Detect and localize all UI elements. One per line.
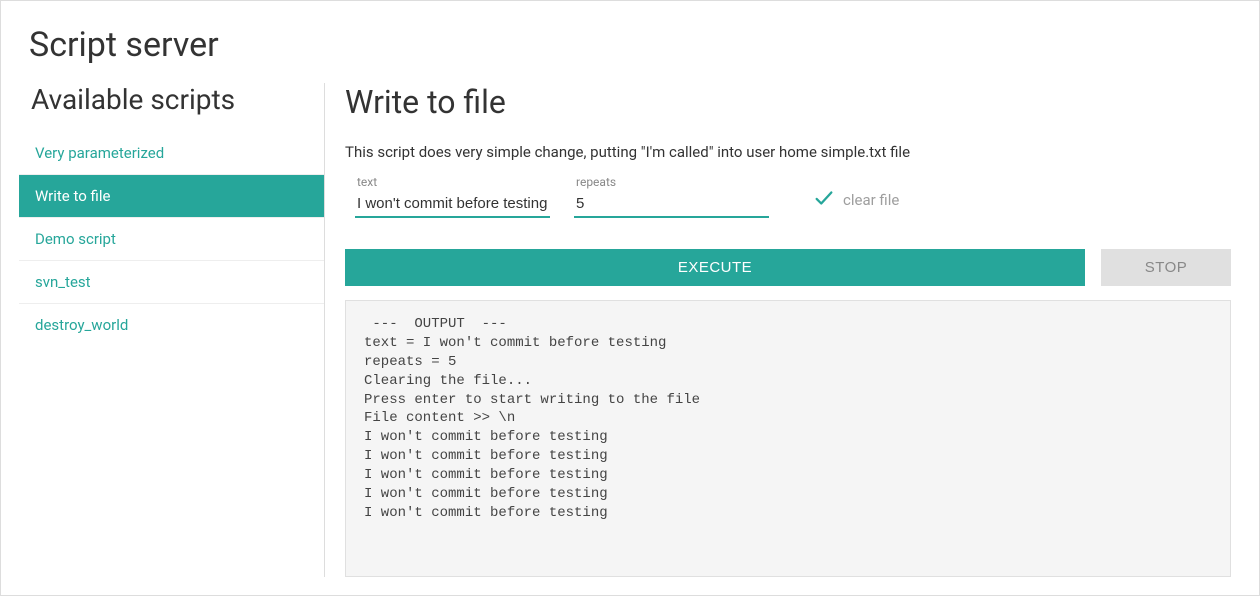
sidebar: Available scripts Very parameterized Wri… <box>29 83 325 577</box>
app-body: Available scripts Very parameterized Wri… <box>29 83 1231 577</box>
sidebar-item-write-to-file[interactable]: Write to file <box>19 175 324 218</box>
main-panel: Write to file This script does very simp… <box>345 83 1231 577</box>
app-window: Script server Available scripts Very par… <box>0 0 1260 596</box>
output-panel: --- OUTPUT --- text = I won't commit bef… <box>345 300 1231 577</box>
field-text-label: text <box>355 175 550 189</box>
script-description: This script does very simple change, put… <box>345 143 1231 161</box>
sidebar-item-destroy-world[interactable]: destroy_world <box>19 304 324 346</box>
field-repeats-label: repeats <box>574 175 769 189</box>
execute-button[interactable]: Execute <box>345 249 1085 286</box>
stop-button[interactable]: Stop <box>1101 249 1231 286</box>
script-list: Very parameterized Write to file Demo sc… <box>19 132 324 346</box>
check-icon <box>813 187 835 213</box>
field-repeats: repeats <box>574 175 769 217</box>
sidebar-item-demo-script[interactable]: Demo script <box>19 218 324 261</box>
sidebar-item-svn-test[interactable]: svn_test <box>19 261 324 304</box>
sidebar-item-very-parameterized[interactable]: Very parameterized <box>19 132 324 175</box>
buttons-row: Execute Stop <box>345 249 1231 286</box>
sidebar-title: Available scripts <box>29 83 324 116</box>
clear-file-label: clear file <box>843 191 899 209</box>
app-title: Script server <box>29 25 1231 65</box>
params-row: text repeats clear file <box>345 175 1231 217</box>
repeats-input[interactable] <box>574 191 769 217</box>
clear-file-checkbox[interactable]: clear file <box>813 187 899 217</box>
page-title: Write to file <box>345 83 1231 121</box>
text-input[interactable] <box>355 191 550 217</box>
field-text: text <box>355 175 550 217</box>
